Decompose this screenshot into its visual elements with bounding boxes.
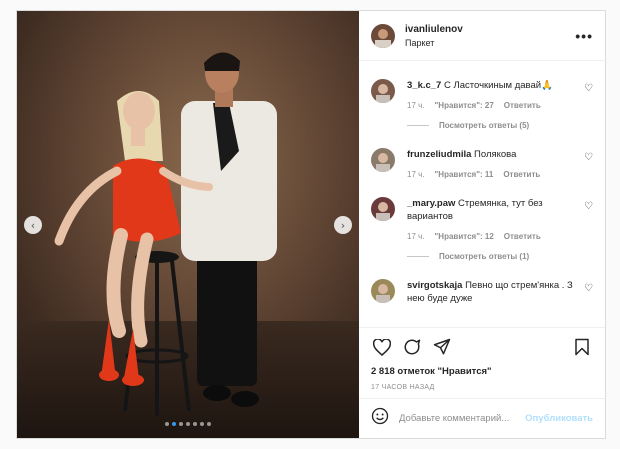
- slide-dot: [207, 422, 211, 426]
- comment-heart-icon[interactable]: ♡: [584, 83, 593, 94]
- instagram-post: ‹ › ivanliulenov Паркет ••• 3_k.c_7 С Ла…: [16, 10, 606, 439]
- chevron-right-icon: ›: [340, 218, 346, 232]
- comment-item: frunzeliudmila Полякова 17 ч. "Нравится": …: [371, 148, 593, 179]
- publish-button[interactable]: Опубликовать: [525, 413, 593, 424]
- comment-item: 3_k.c_7 С Ласточкиным давай🙏 17 ч. "Нравит…: [371, 79, 593, 130]
- commenter-username[interactable]: _mary.paw: [407, 198, 455, 209]
- view-replies-label: Посмотреть ответы (1): [439, 252, 530, 261]
- add-comment-bar: Добавьте комментарий... Опубликовать: [359, 398, 605, 438]
- commenter-username[interactable]: frunzeliudmila: [407, 149, 471, 160]
- post-photo: [17, 11, 359, 438]
- chevron-left-icon: ‹: [30, 218, 36, 232]
- comment-likes[interactable]: "Нравится": 12: [435, 232, 494, 241]
- next-slide-button[interactable]: ›: [334, 216, 352, 234]
- comment-icon[interactable]: [401, 336, 423, 358]
- share-icon[interactable]: [431, 336, 453, 358]
- post-location[interactable]: Паркет: [405, 38, 575, 48]
- post-time-ago: 17 ЧАСОВ НАЗАД: [371, 384, 435, 391]
- comments-list[interactable]: 3_k.c_7 С Ласточкиным давай🙏 17 ч. "Нравит…: [359, 61, 605, 327]
- author-avatar[interactable]: [371, 23, 395, 48]
- comment-likes[interactable]: "Нравится": 11: [435, 170, 494, 179]
- view-replies-label: Посмотреть ответы (5): [439, 121, 530, 130]
- comment-heart-icon[interactable]: ♡: [584, 152, 593, 163]
- slide-dot: [186, 422, 190, 426]
- comment-content: С Ласточкиным давай🙏: [443, 80, 553, 91]
- comment-meta: 17 ч. "Нравится": 27 Ответить: [407, 101, 593, 110]
- view-replies-button[interactable]: Посмотреть ответы (1): [407, 252, 593, 261]
- post-header: ivanliulenov Паркет •••: [359, 11, 605, 61]
- slide-dot: [165, 422, 169, 426]
- more-horizontal-icon[interactable]: •••: [575, 28, 593, 44]
- commenter-avatar[interactable]: [371, 279, 395, 303]
- comment-text: frunzeliudmila Полякова: [407, 148, 593, 161]
- commenter-username[interactable]: svirgotskaja: [407, 280, 462, 291]
- comment-heart-icon[interactable]: ♡: [584, 201, 593, 212]
- view-replies-button[interactable]: Посмотреть ответы (5): [407, 121, 593, 130]
- slide-dot: [193, 422, 197, 426]
- bookmark-icon[interactable]: [571, 336, 593, 358]
- divider: [407, 125, 429, 126]
- commenter-username[interactable]: 3_k.c_7: [407, 80, 441, 91]
- previous-slide-button[interactable]: ‹: [24, 216, 42, 234]
- author-username[interactable]: ivanliulenov: [405, 24, 575, 35]
- post-actions: 2 818 отметок "Нравится" 17 ЧАСОВ НАЗАД: [359, 327, 605, 391]
- comment-content: Полякова: [474, 149, 517, 160]
- divider: [407, 256, 429, 257]
- slide-indicator: [17, 422, 359, 426]
- comment-text: 3_k.c_7 С Ласточкиным давай🙏: [407, 79, 593, 92]
- post-sidebar: ivanliulenov Паркет ••• 3_k.c_7 С Ласточ…: [359, 11, 605, 438]
- comment-time[interactable]: 17 ч.: [407, 232, 425, 241]
- heart-icon[interactable]: [371, 336, 393, 358]
- comment-input[interactable]: Добавьте комментарий...: [399, 413, 525, 424]
- reply-button[interactable]: Ответить: [504, 101, 541, 110]
- commenter-avatar[interactable]: [371, 148, 395, 172]
- commenter-avatar[interactable]: [371, 197, 395, 221]
- comment-heart-icon[interactable]: ♡: [584, 283, 593, 294]
- slide-dot: [172, 422, 176, 426]
- likes-count[interactable]: 2 818 отметок "Нравится": [371, 366, 593, 377]
- emoji-icon[interactable]: [371, 407, 389, 430]
- comment-time[interactable]: 17 ч.: [407, 170, 425, 179]
- reply-button[interactable]: Ответить: [503, 170, 540, 179]
- slide-dot: [179, 422, 183, 426]
- comment-item: _mary.paw Стремянка, тут без вариантов 17…: [371, 197, 593, 261]
- comment-item: svirgotskaja Певно що стрем'янка . З нею…: [371, 279, 593, 305]
- comment-meta: 17 ч. "Нравится": 11 Ответить: [407, 170, 593, 179]
- comment-meta: 17 ч. "Нравится": 12 Ответить: [407, 232, 593, 241]
- reply-button[interactable]: Ответить: [504, 232, 541, 241]
- comment-text: _mary.paw Стремянка, тут без вариантов: [407, 197, 593, 223]
- post-media[interactable]: ‹ ›: [17, 11, 359, 438]
- comment-time[interactable]: 17 ч.: [407, 101, 425, 110]
- comment-text: svirgotskaja Певно що стрем'янка . З нею…: [407, 279, 593, 305]
- comment-likes[interactable]: "Нравится": 27: [435, 101, 494, 110]
- commenter-avatar[interactable]: [371, 79, 395, 103]
- slide-dot: [200, 422, 204, 426]
